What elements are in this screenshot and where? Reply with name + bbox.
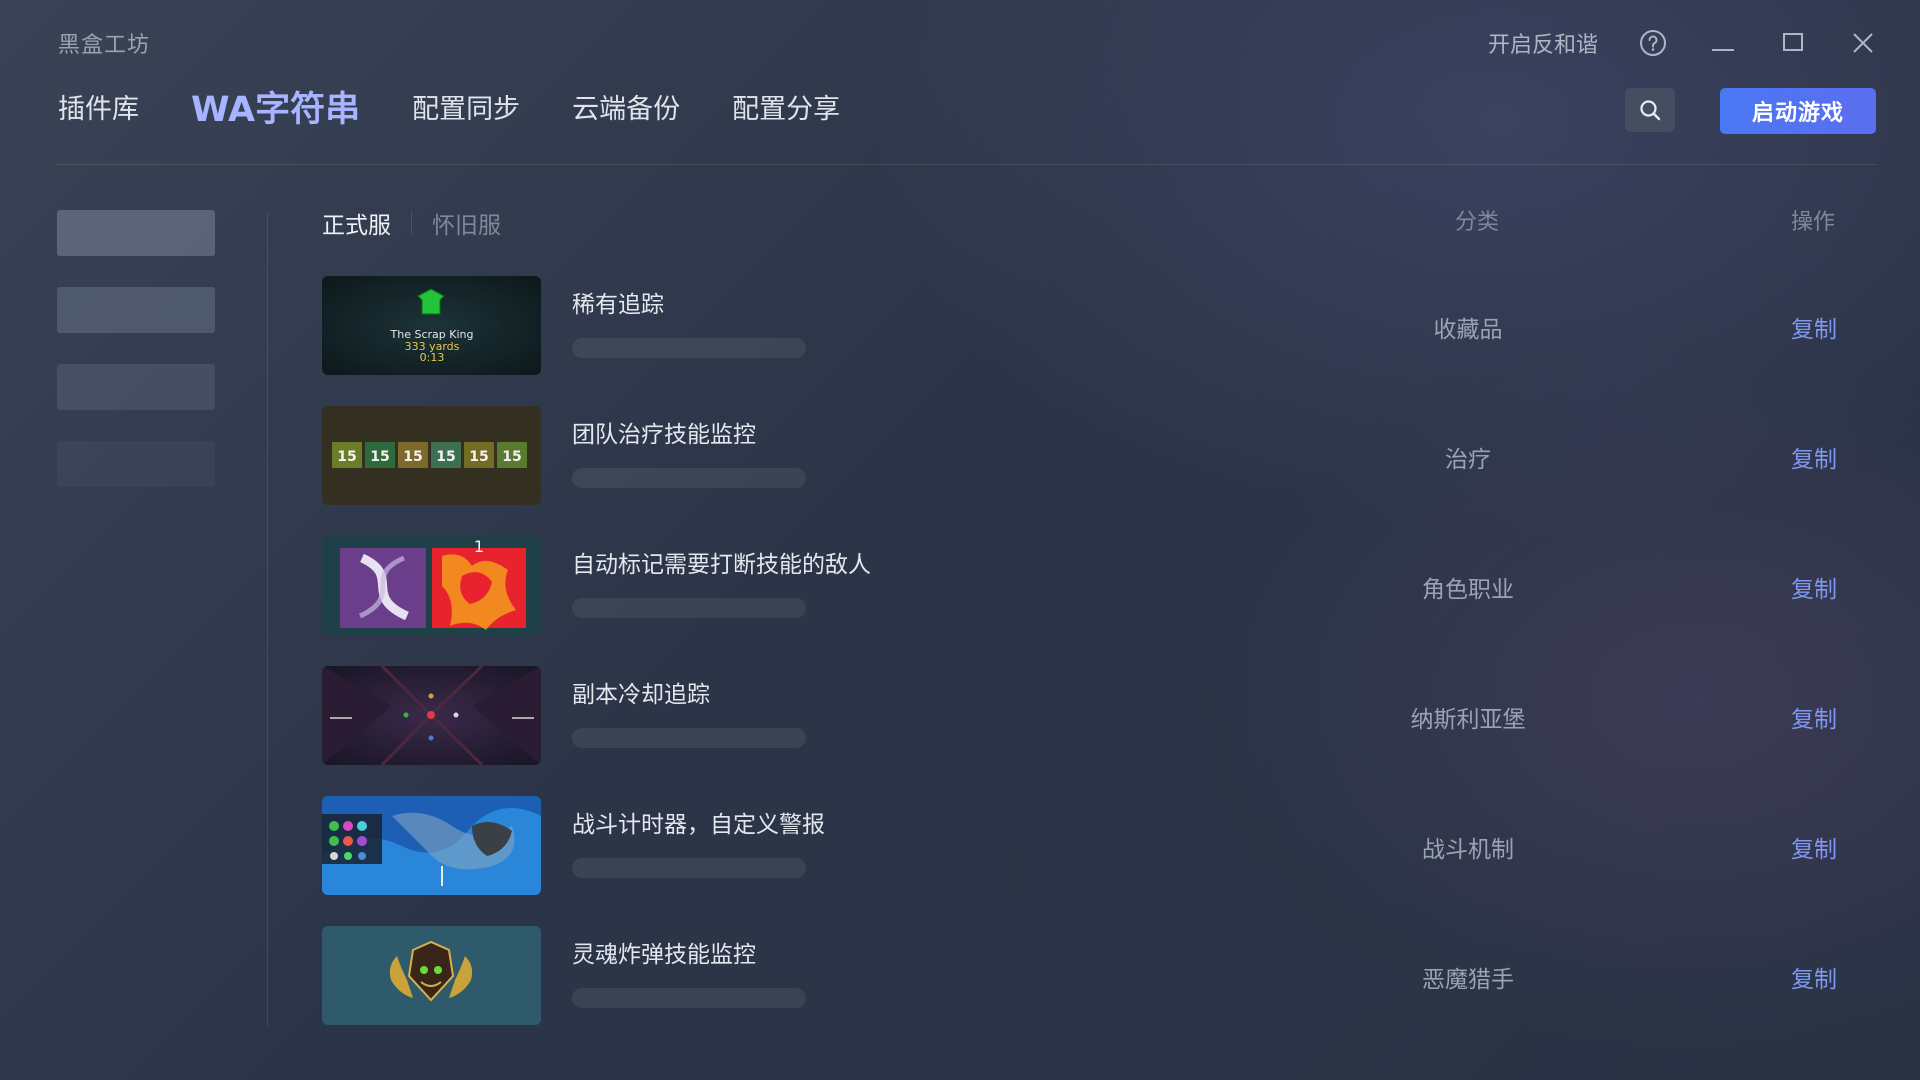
sidebar bbox=[57, 210, 215, 518]
copy-button[interactable]: 复制 bbox=[1791, 830, 1837, 864]
copy-button[interactable]: 复制 bbox=[1791, 960, 1837, 994]
description-placeholder bbox=[572, 598, 806, 618]
thumb-caption: 1 bbox=[474, 537, 484, 556]
header-divider bbox=[56, 164, 1878, 165]
search-icon bbox=[1640, 100, 1661, 121]
copy-button[interactable]: 复制 bbox=[1791, 700, 1837, 734]
column-header-category: 分类 bbox=[1455, 210, 1500, 235]
soul-bomb-monitor-thumbnail[interactable] bbox=[322, 926, 541, 1025]
interrupt-marker-thumbnail[interactable]: 1 bbox=[322, 536, 541, 635]
nav-config-sync[interactable]: 配置同步 bbox=[412, 86, 520, 134]
list-item: 15 15 15 15 15 15 团队治疗技能监控 治疗 复制 bbox=[322, 406, 1878, 536]
wa-category: 恶魔猎手 bbox=[1422, 967, 1514, 993]
launch-game-button[interactable]: 启动游戏 bbox=[1720, 88, 1876, 134]
thumb-caption: 15 bbox=[502, 449, 521, 465]
maximize-icon[interactable] bbox=[1776, 26, 1810, 60]
column-header-action: 操作 bbox=[1791, 210, 1836, 235]
list-item: 副本冷却追踪 纳斯利亚堡 复制 bbox=[322, 666, 1878, 796]
wa-title[interactable]: 战斗计时器，自定义警报 bbox=[572, 805, 825, 839]
list-item: 战斗计时器，自定义警报 战斗机制 复制 bbox=[322, 796, 1878, 926]
thumb-caption: 0:13 bbox=[420, 351, 445, 364]
thumb-caption: 15 bbox=[370, 449, 389, 465]
sidebar-item-placeholder[interactable] bbox=[57, 210, 215, 256]
wa-category: 战斗机制 bbox=[1422, 837, 1514, 863]
list-item: The Scrap King 333 yards 0:13 稀有追踪 收藏品 复… bbox=[322, 276, 1878, 406]
thumb-caption: 15 bbox=[469, 449, 488, 465]
description-placeholder bbox=[572, 858, 806, 878]
sidebar-item-placeholder[interactable] bbox=[57, 441, 215, 487]
wa-title[interactable]: 稀有追踪 bbox=[572, 285, 664, 319]
nav-config-share[interactable]: 配置分享 bbox=[732, 86, 840, 134]
description-placeholder bbox=[572, 988, 806, 1008]
combat-timer-thumbnail[interactable] bbox=[322, 796, 541, 895]
help-icon[interactable] bbox=[1636, 26, 1670, 60]
wa-title[interactable]: 灵魂炸弹技能监控 bbox=[572, 935, 756, 969]
wa-title[interactable]: 自动标记需要打断技能的敌人 bbox=[572, 545, 871, 579]
wa-category: 收藏品 bbox=[1433, 317, 1503, 343]
wa-title[interactable]: 团队治疗技能监控 bbox=[572, 415, 756, 449]
tab-separator bbox=[411, 212, 412, 234]
nav-plugin-library[interactable]: 插件库 bbox=[58, 86, 139, 134]
tab-classic[interactable]: 怀旧服 bbox=[432, 206, 501, 240]
rare-tracker-thumbnail[interactable]: The Scrap King 333 yards 0:13 bbox=[322, 276, 541, 375]
description-placeholder bbox=[572, 468, 806, 488]
tab-retail[interactable]: 正式服 bbox=[322, 206, 391, 240]
server-tabs: 正式服 怀旧服 bbox=[322, 206, 501, 240]
raid-cooldown-tracker-thumbnail[interactable] bbox=[322, 666, 541, 765]
raid-heal-monitor-thumbnail[interactable]: 15 15 15 15 15 15 bbox=[322, 406, 541, 505]
copy-button[interactable]: 复制 bbox=[1791, 440, 1837, 474]
minimize-icon[interactable] bbox=[1706, 26, 1740, 60]
titlebar-controls: 开启反和谐 bbox=[1488, 22, 1880, 64]
nav-wa-strings[interactable]: WA字符串 bbox=[191, 86, 360, 134]
close-icon[interactable] bbox=[1846, 26, 1880, 60]
list-item: 1 自动标记需要打断技能的敌人 角色职业 复制 bbox=[322, 536, 1878, 666]
thumb-caption: 15 bbox=[436, 449, 455, 465]
main-nav: 插件库 WA字符串 配置同步 云端备份 配置分享 bbox=[58, 86, 892, 134]
search-button[interactable] bbox=[1625, 88, 1675, 132]
sidebar-item-placeholder[interactable] bbox=[57, 364, 215, 410]
nav-cloud-backup[interactable]: 云端备份 bbox=[572, 86, 680, 134]
wa-list: The Scrap King 333 yards 0:13 稀有追踪 收藏品 复… bbox=[322, 276, 1878, 1056]
wa-category: 治疗 bbox=[1445, 447, 1491, 473]
description-placeholder bbox=[572, 338, 806, 358]
wa-title[interactable]: 副本冷却追踪 bbox=[572, 675, 710, 709]
sidebar-divider bbox=[267, 212, 268, 1027]
thumb-caption: 15 bbox=[337, 449, 356, 465]
wa-category: 角色职业 bbox=[1422, 577, 1514, 603]
sidebar-item-placeholder[interactable] bbox=[57, 287, 215, 333]
wa-category: 纳斯利亚堡 bbox=[1410, 707, 1526, 733]
description-placeholder bbox=[572, 728, 806, 748]
thumb-caption: 15 bbox=[403, 449, 422, 465]
list-item: 灵魂炸弹技能监控 恶魔猎手 复制 bbox=[322, 926, 1878, 1056]
harmony-toggle[interactable]: 开启反和谐 bbox=[1488, 27, 1598, 59]
copy-button[interactable]: 复制 bbox=[1791, 310, 1837, 344]
copy-button[interactable]: 复制 bbox=[1791, 570, 1837, 604]
app-title: 黑盒工坊 bbox=[58, 33, 151, 58]
